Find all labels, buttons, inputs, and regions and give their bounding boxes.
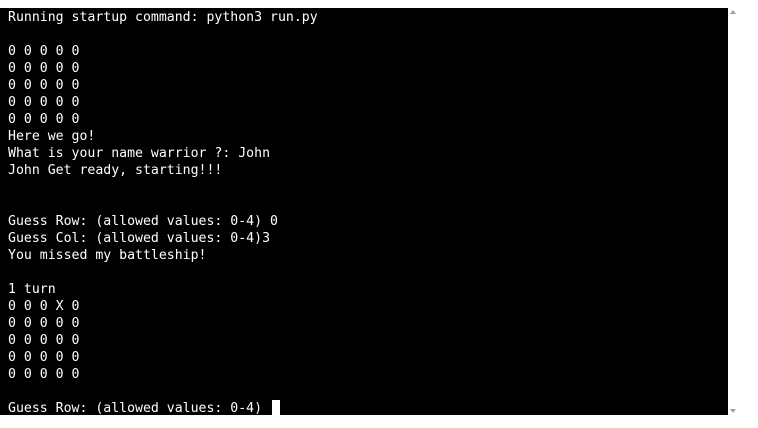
guess-col-line: Guess Col: (allowed values: 0-4)3 bbox=[8, 231, 271, 246]
ready-message-line: John Get ready, starting!!! bbox=[8, 163, 223, 178]
terminal-window[interactable]: Running startup command: python3 run.py … bbox=[0, 8, 728, 415]
name-prompt-line: What is your name warrior ?: John bbox=[8, 146, 271, 161]
board-row-line: 0 0 0 0 0 bbox=[8, 350, 80, 365]
board-row-line: 0 0 0 X 0 bbox=[8, 299, 80, 314]
input-prompt-line[interactable]: Guess Row: (allowed values: 0-4) bbox=[8, 400, 281, 415]
greeting-line: Here we go! bbox=[8, 129, 96, 144]
board-row-line: 0 0 0 0 0 bbox=[8, 44, 80, 59]
turn-counter-line: 1 turn bbox=[8, 282, 56, 297]
board-row-line: 0 0 0 0 0 bbox=[8, 61, 80, 76]
board-row-line: 0 0 0 0 0 bbox=[8, 316, 80, 331]
startup-command-line: Running startup command: python3 run.py bbox=[8, 10, 318, 25]
input-prompt-text: Guess Row: (allowed values: 0-4) bbox=[8, 401, 271, 415]
board-row-line: 0 0 0 0 0 bbox=[8, 367, 80, 382]
scroll-down-arrow-icon[interactable] bbox=[730, 409, 736, 413]
scroll-up-arrow-icon[interactable] bbox=[730, 10, 736, 14]
scrollbar[interactable] bbox=[728, 8, 738, 415]
miss-message-line: You missed my battleship! bbox=[8, 248, 207, 263]
guess-row-line: Guess Row: (allowed values: 0-4) 0 bbox=[8, 214, 278, 229]
board-row-line: 0 0 0 0 0 bbox=[8, 78, 80, 93]
text-cursor bbox=[272, 400, 281, 415]
board-row-line: 0 0 0 0 0 bbox=[8, 112, 80, 127]
board-row-line: 0 0 0 0 0 bbox=[8, 333, 80, 348]
board-row-line: 0 0 0 0 0 bbox=[8, 95, 80, 110]
